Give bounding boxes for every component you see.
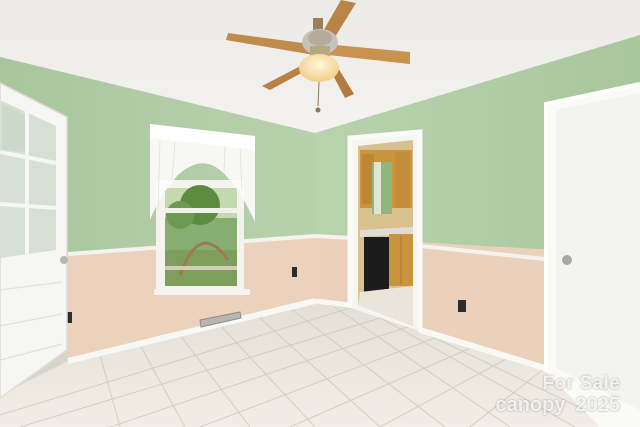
window	[154, 180, 250, 295]
outlet-right	[458, 300, 466, 312]
watermark-for-sale: For Sale	[542, 373, 620, 394]
outlet-mid	[292, 267, 297, 277]
door-knob-left	[60, 256, 68, 264]
chair-rail-right	[314, 234, 353, 240]
left-door	[0, 82, 68, 399]
watermark-year: 2025	[575, 394, 621, 416]
watermark: For Sale canopy 2025	[495, 374, 620, 415]
door-knob-right	[562, 255, 572, 265]
watermark-brand-row: canopy 2025	[495, 395, 620, 415]
room-illustration	[0, 0, 640, 427]
kitchen-doorway	[348, 132, 420, 331]
room-photo: For Sale canopy 2025	[0, 0, 640, 427]
watermark-brand: canopy	[495, 394, 566, 416]
